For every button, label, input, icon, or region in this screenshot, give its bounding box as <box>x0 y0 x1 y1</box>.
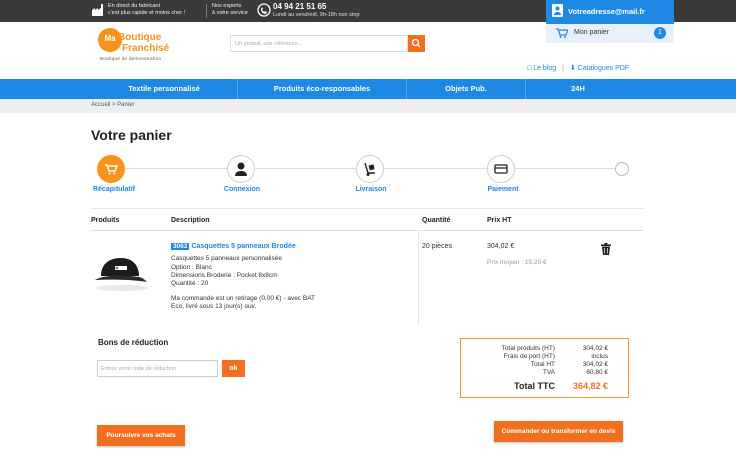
totals-label: Total HT <box>530 361 555 368</box>
totals-label: Frais de port (HT) <box>503 353 555 360</box>
topbar-divider <box>206 4 207 18</box>
product-average-price: Prix moyen : 15,20 € <box>487 259 547 266</box>
product-price: 304,02 € <box>487 243 515 250</box>
nav-item-textile[interactable]: Textile personnalisé <box>91 79 237 99</box>
product-quantity: 20 pièces <box>422 243 452 250</box>
product-desc-line: Quantité : 20 <box>171 280 209 287</box>
product-note: Ma commande est un retirage (0,00 €) - a… <box>171 295 316 302</box>
page-title: Votre panier <box>91 127 172 143</box>
table-column-line <box>418 230 419 325</box>
step-label-paiement: Paiement <box>487 186 519 193</box>
table-header-line <box>91 230 644 231</box>
section-divider <box>91 208 644 209</box>
col-header-products: Produits <box>91 217 120 224</box>
opening-hours: Lundi au vendredi, 9h-18h non stop <box>273 12 360 18</box>
order-totals: Total produits (HT) 304,02 € Frais de por… <box>460 338 629 398</box>
factory-text: En direct du fabricant c'est plus rapide… <box>108 3 185 16</box>
cart-icon <box>556 28 568 38</box>
chat-icon: □ <box>527 65 532 72</box>
logo-line2: Franchisé <box>122 43 170 54</box>
experts-line2: à votre service <box>212 9 248 16</box>
trash-icon[interactable] <box>601 243 611 255</box>
totals-value: 304,02 € <box>582 361 608 368</box>
search-input[interactable]: Un produit, une référence... <box>230 35 408 52</box>
breadcrumb[interactable]: Accueil > Panier <box>91 102 135 108</box>
logo-line1: Boutique <box>118 32 162 43</box>
breadcrumb-bar: Accueil > Panier <box>0 99 736 113</box>
phone-icon <box>257 3 271 17</box>
continue-shopping-button[interactable]: Poursuivre vos achats <box>97 425 185 446</box>
step-label-recap: Récapitulatif <box>92 186 135 193</box>
logo-ma: Ma <box>104 34 116 43</box>
cart-label: Mon panier <box>574 29 610 36</box>
product-note: Eco, livré sous 13 jour(s) ouv. <box>171 303 257 310</box>
experts-text: Nos experts à votre service <box>212 3 248 16</box>
cart-button[interactable]: Mon panier 1 <box>546 24 674 43</box>
product-title-text[interactable]: Casquettes 5 panneaux Brodée <box>191 243 295 250</box>
search-button[interactable] <box>408 35 425 52</box>
header-links: □ Le blog | ⬇ Catalogues PDF <box>527 64 629 72</box>
factory-line2: c'est plus rapide et moins cher ! <box>108 9 186 16</box>
site-logo[interactable]: Ma Boutique Franchisé Boutique de démons… <box>98 28 188 64</box>
main-nav: Textile personnalisé Produits éco-respon… <box>0 79 736 99</box>
step-livraison[interactable] <box>356 155 384 183</box>
step-final <box>615 162 629 176</box>
cart-step-icon <box>105 164 119 175</box>
nav-item-objets[interactable]: Objets Pub. <box>407 79 525 99</box>
user-icon <box>552 4 563 17</box>
search-icon <box>411 38 421 48</box>
step-label-connexion: Connexion <box>223 186 261 193</box>
totals-label: Total produits (HT) <box>501 345 555 352</box>
product-desc-line: Option : Blanc <box>171 264 212 271</box>
product-ref-badge: 3062 <box>171 243 190 250</box>
product-cap-image[interactable] <box>91 252 153 292</box>
step-connexion[interactable] <box>227 155 255 183</box>
coupon-title: Bons de réduction <box>98 338 169 347</box>
order-button[interactable]: Commander ou transformer en devis <box>494 421 623 442</box>
totals-label: TVA <box>542 369 555 376</box>
totals-value: 304,02 € <box>582 345 608 352</box>
product-desc-line: Dimensions Broderie : Pocket 8x8cm <box>171 272 278 279</box>
nav-item-24h[interactable]: 24H <box>526 79 630 99</box>
totals-value: inclus <box>591 353 608 360</box>
coupon-ok-button[interactable]: ok <box>222 360 245 377</box>
credit-card-icon <box>494 164 508 174</box>
col-header-price: Prix HT <box>487 217 512 224</box>
product-desc-line: Casquettes 5 panneaux personnalisée <box>171 255 282 262</box>
coupon-code-input[interactable]: Entrez votre code de réduction <box>97 360 218 377</box>
step-label-livraison: Livraison <box>355 186 387 193</box>
product-title[interactable]: 3062 Casquettes 5 panneaux Brodée <box>171 243 296 250</box>
factory-icon <box>92 4 103 16</box>
blog-link[interactable]: Le blog <box>533 65 556 72</box>
phone-number[interactable]: 04 94 21 51 65 <box>273 2 326 11</box>
nav-item-eco[interactable]: Produits éco-responsables <box>238 79 406 99</box>
download-icon: ⬇ <box>569 65 576 72</box>
catalogues-link[interactable]: Catalogues PDF <box>578 65 629 72</box>
user-step-icon <box>235 162 247 176</box>
handtruck-icon <box>364 162 375 176</box>
totals-value: 60,80 € <box>586 369 608 376</box>
total-ttc-label: Total TTC <box>514 381 555 391</box>
account-button[interactable]: Votreadresse@mail.fr <box>546 0 674 24</box>
total-ttc-value: 364,82 € <box>572 381 608 391</box>
step-paiement[interactable] <box>487 155 515 183</box>
step-recap[interactable] <box>97 155 125 183</box>
logo-tagline: Boutique de démonstration <box>100 56 162 61</box>
links-separator: | <box>562 65 564 72</box>
cart-count-badge: 1 <box>654 27 666 39</box>
account-email: Votreadresse@mail.fr <box>568 7 645 16</box>
col-header-quantity: Quantité <box>422 217 451 224</box>
col-header-description: Description <box>171 217 210 224</box>
